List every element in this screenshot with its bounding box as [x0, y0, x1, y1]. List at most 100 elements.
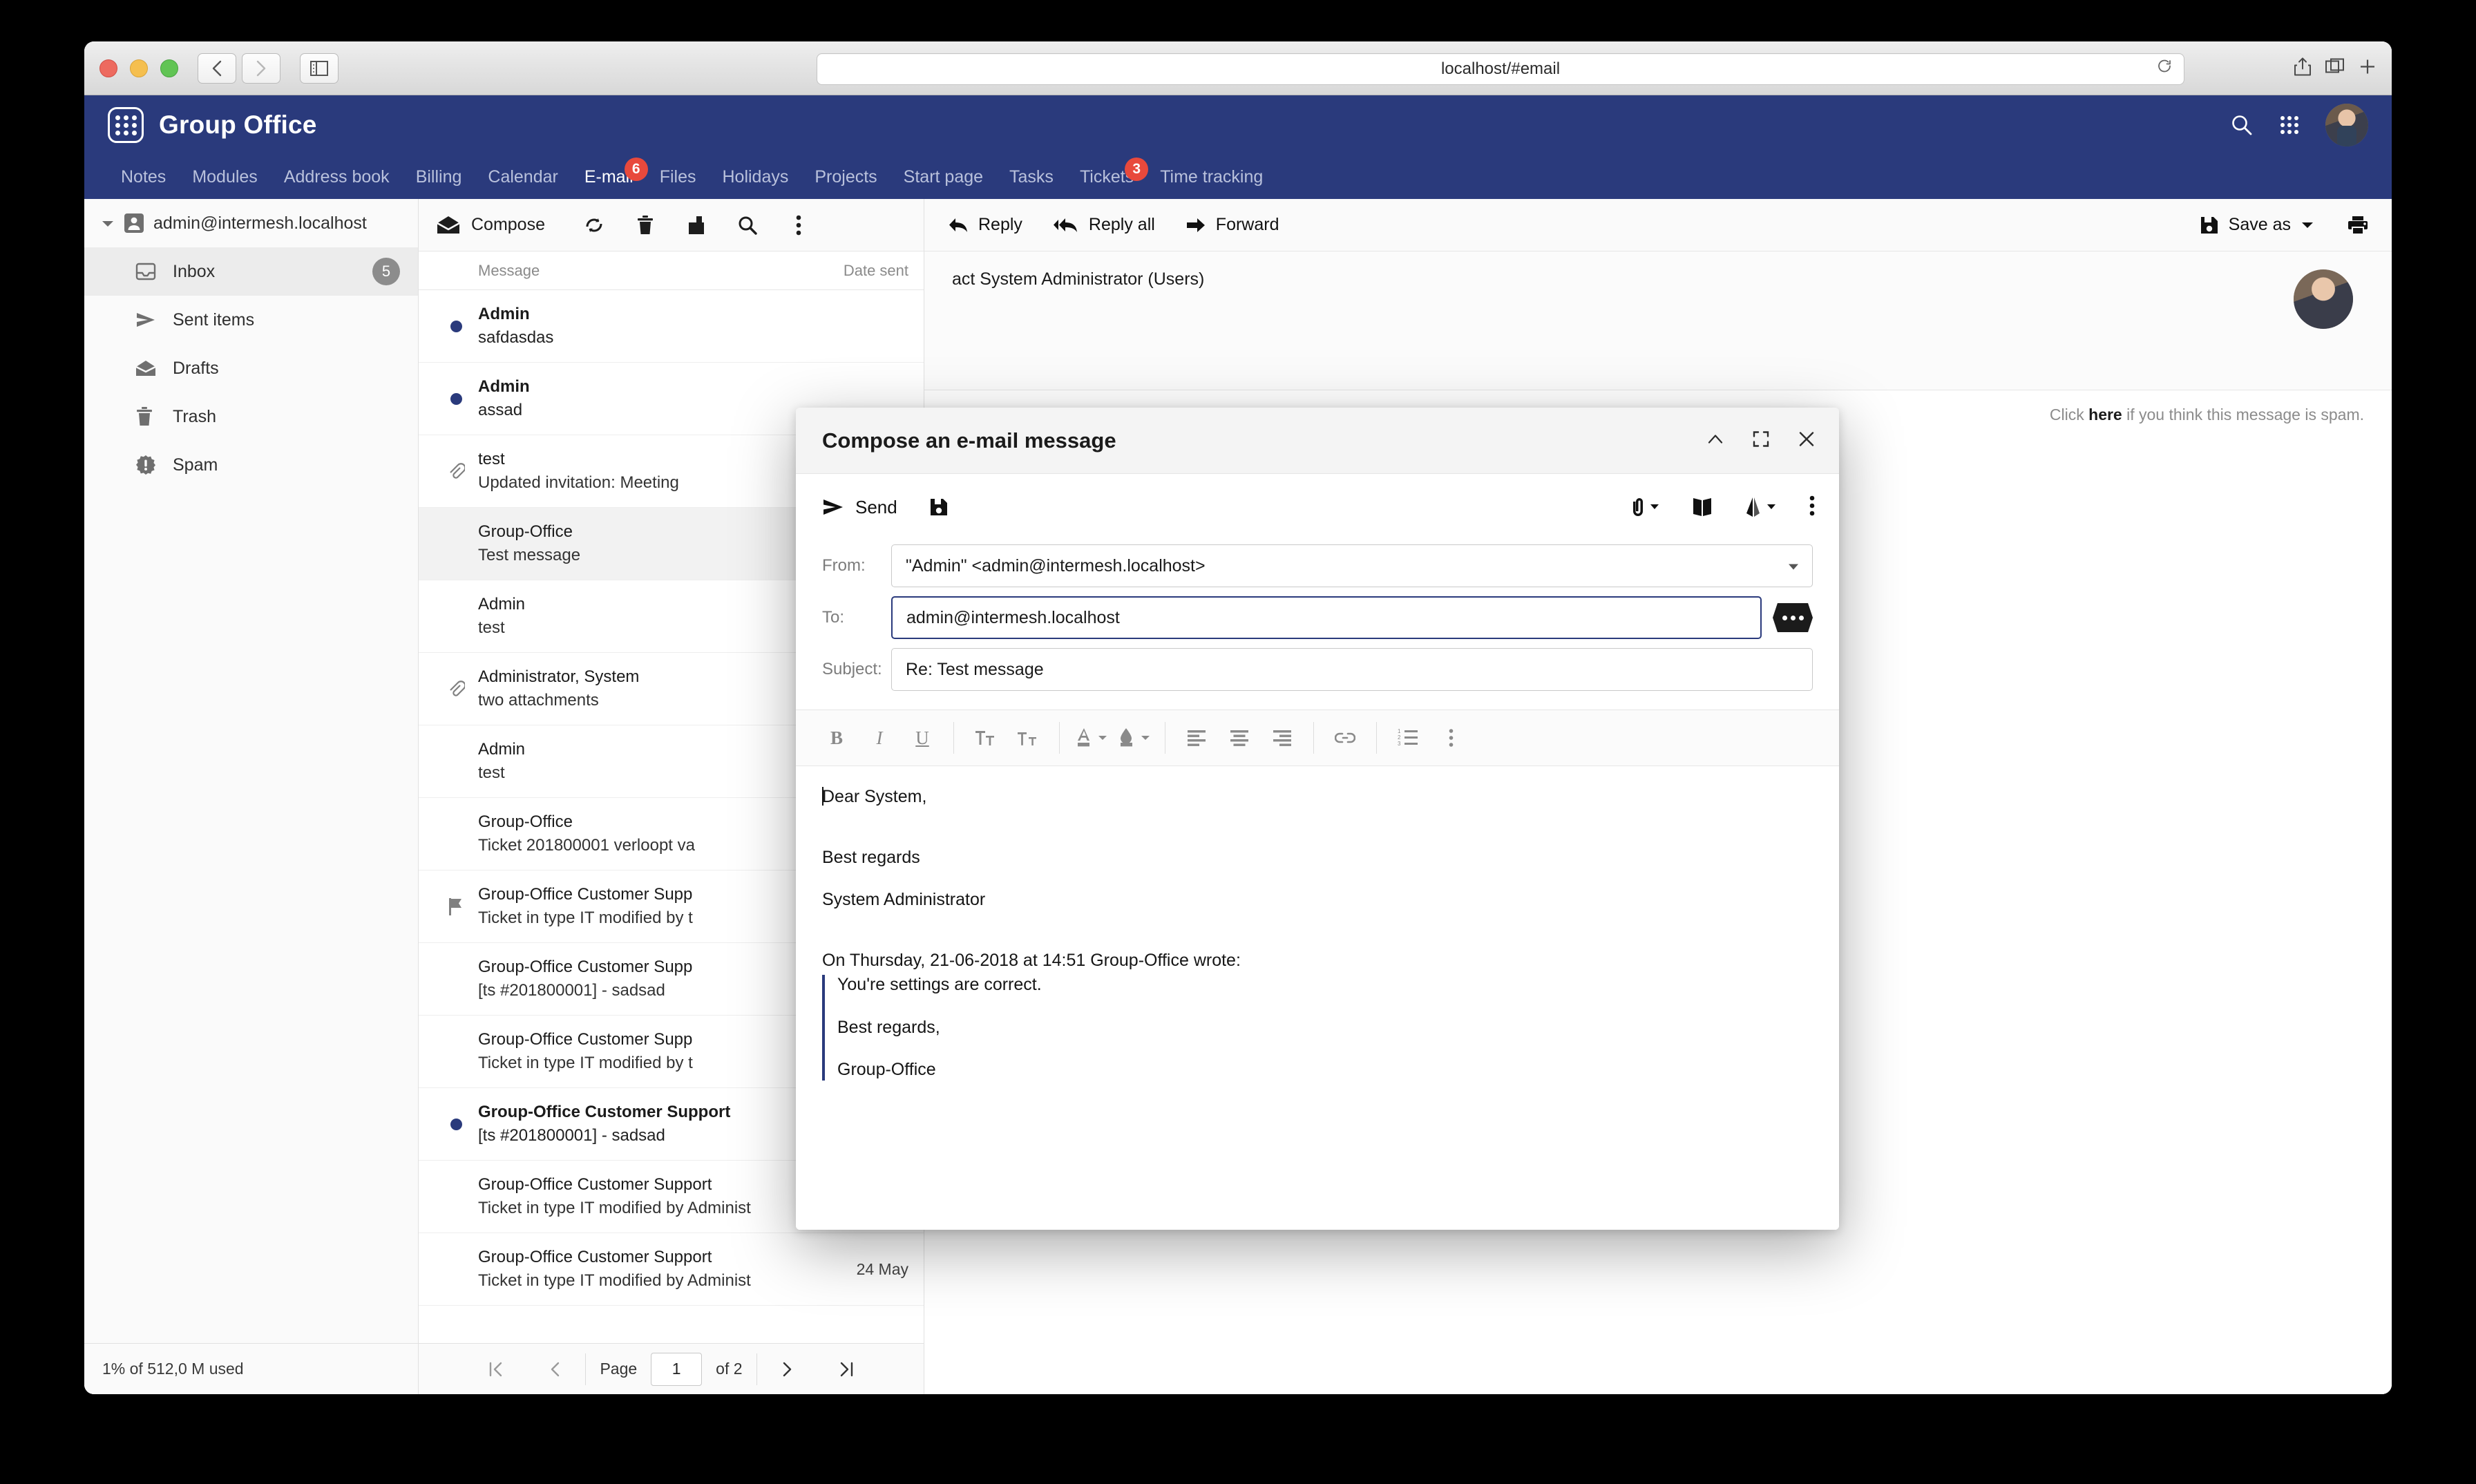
caret-down-icon[interactable] [101, 213, 115, 234]
share-icon[interactable] [2294, 57, 2312, 79]
text-color-icon[interactable] [1069, 716, 1112, 759]
divider [953, 722, 954, 754]
table-row[interactable]: Admin safdasdas [419, 290, 924, 363]
search-icon[interactable] [722, 204, 773, 246]
inbox-unread-count: 5 [372, 258, 400, 285]
maximize-icon[interactable] [1752, 430, 1770, 451]
subject-input[interactable]: Re: Test message [891, 648, 1813, 691]
highlight-color-icon[interactable] [1112, 716, 1155, 759]
avatar[interactable] [2325, 104, 2368, 146]
tabs-icon[interactable] [2325, 58, 2345, 78]
nav-tab-projects[interactable]: Projects [801, 155, 890, 199]
nav-tab-calendar[interactable]: Calendar [475, 155, 571, 199]
more-vertical-icon[interactable] [773, 204, 824, 246]
refresh-icon[interactable] [569, 204, 620, 246]
table-row[interactable]: Group-Office Customer Support Ticket in … [419, 1233, 924, 1306]
decrease-font-size-icon[interactable] [1007, 716, 1049, 759]
nav-tab-email[interactable]: E-mail 6 [571, 155, 648, 199]
address-book-button[interactable] [1692, 497, 1713, 517]
ordered-list-icon[interactable]: 123 [1387, 716, 1429, 759]
close-window-button[interactable] [99, 59, 117, 77]
print-button[interactable] [2348, 216, 2368, 235]
more-vertical-icon[interactable] [1809, 495, 1816, 520]
inbox-icon [135, 261, 159, 282]
body-signature: System Administrator [822, 890, 986, 909]
message-list-header: Message Date sent [419, 251, 924, 290]
nav-tab-holidays[interactable]: Holidays [709, 155, 801, 199]
message-from: Group-Office Customer Support [478, 1103, 731, 1121]
save-draft-button[interactable] [929, 497, 949, 517]
reload-icon[interactable] [2156, 59, 2173, 80]
maximize-window-button[interactable] [160, 59, 178, 77]
nav-tab-tasks[interactable]: Tasks [996, 155, 1067, 199]
message-subject: safdasdas [478, 328, 554, 347]
send-button[interactable]: Send [822, 497, 897, 518]
increase-font-size-icon[interactable] [964, 716, 1007, 759]
nav-tab-time-tracking[interactable]: Time tracking [1147, 155, 1276, 199]
reply-button[interactable]: Reply [948, 215, 1022, 235]
template-button[interactable] [1744, 497, 1777, 517]
first-page-icon[interactable] [466, 1360, 526, 1378]
url-text: localhost/#email [1440, 59, 1561, 78]
insert-link-icon[interactable] [1324, 716, 1366, 759]
nav-tab-billing[interactable]: Billing [403, 155, 475, 199]
last-page-icon[interactable] [817, 1360, 876, 1378]
apps-grid-icon[interactable] [2278, 114, 2301, 136]
flag-icon [434, 897, 478, 916]
to-input[interactable]: admin@intermesh.localhost [891, 596, 1762, 639]
chevron-up-icon[interactable] [1706, 432, 1724, 449]
save-as-button[interactable]: Save as [2200, 215, 2314, 235]
sidebar-item-trash[interactable]: Trash [84, 392, 418, 441]
nav-tab-modules[interactable]: Modules [179, 155, 271, 199]
sidebar-item-drafts[interactable]: Drafts [84, 344, 418, 392]
minimize-window-button[interactable] [130, 59, 148, 77]
editor-body[interactable]: Dear System, Best regards System Adminis… [796, 766, 1839, 1230]
message-from: Group-Office Customer Support [478, 1175, 712, 1194]
back-button[interactable] [198, 53, 236, 84]
align-right-icon[interactable] [1261, 716, 1304, 759]
sidebar-account-row[interactable]: admin@intermesh.localhost [84, 199, 418, 247]
move-to-folder-icon[interactable] [671, 204, 722, 246]
nav-tab-notes[interactable]: Notes [108, 155, 179, 199]
delete-icon[interactable] [620, 204, 671, 246]
address-bar[interactable]: localhost/#email [817, 53, 2184, 85]
nav-tab-files[interactable]: Files [647, 155, 710, 199]
close-icon[interactable] [1798, 430, 1816, 451]
browser-chrome-right [2294, 57, 2377, 79]
reply-all-button[interactable]: Reply all [1053, 215, 1155, 235]
sidebar-toggle-button[interactable] [300, 53, 339, 84]
next-page-icon[interactable] [757, 1360, 817, 1378]
underline-icon[interactable]: U [901, 716, 944, 759]
compose-button[interactable]: Compose [437, 215, 569, 235]
more-horizontal-icon[interactable] [1773, 603, 1813, 632]
more-vertical-icon[interactable] [1429, 716, 1472, 759]
italic-icon[interactable]: I [858, 716, 901, 759]
bold-icon[interactable]: B [815, 716, 858, 759]
nav-tab-address-book[interactable]: Address book [271, 155, 403, 199]
nav-tab-start-page[interactable]: Start page [891, 155, 996, 199]
nav-tab-tickets[interactable]: Tickets 3 [1067, 155, 1149, 199]
spam-link[interactable]: here [2088, 406, 2122, 424]
compose-toolbar: Send [796, 474, 1839, 540]
prev-page-icon[interactable] [526, 1360, 585, 1378]
sidebar-item-inbox[interactable]: Inbox 5 [84, 247, 418, 296]
search-icon[interactable] [2230, 113, 2254, 137]
reply-icon [948, 216, 969, 234]
sidebar-item-spam[interactable]: Spam [84, 441, 418, 489]
message-subject: Test message [478, 546, 581, 564]
forward-button[interactable]: Forward [1185, 215, 1279, 235]
sidebar-item-sent-items[interactable]: Sent items [84, 296, 418, 344]
align-center-icon[interactable] [1218, 716, 1261, 759]
attach-file-button[interactable] [1629, 497, 1660, 517]
align-left-icon[interactable] [1175, 716, 1218, 759]
forward-button[interactable] [242, 53, 280, 84]
message-summary: Group-Office Customer Support Ticket in … [478, 1248, 805, 1291]
from-select[interactable]: "Admin" <admin@intermesh.localhost> [891, 544, 1813, 587]
page-number-input[interactable] [651, 1352, 703, 1386]
group-office-logo-icon [108, 107, 144, 143]
caret-down-icon [1766, 503, 1777, 511]
message-from: Group-Office Customer Supp [478, 885, 693, 904]
plus-icon[interactable] [2359, 57, 2377, 79]
envelope-open-icon [437, 216, 460, 235]
